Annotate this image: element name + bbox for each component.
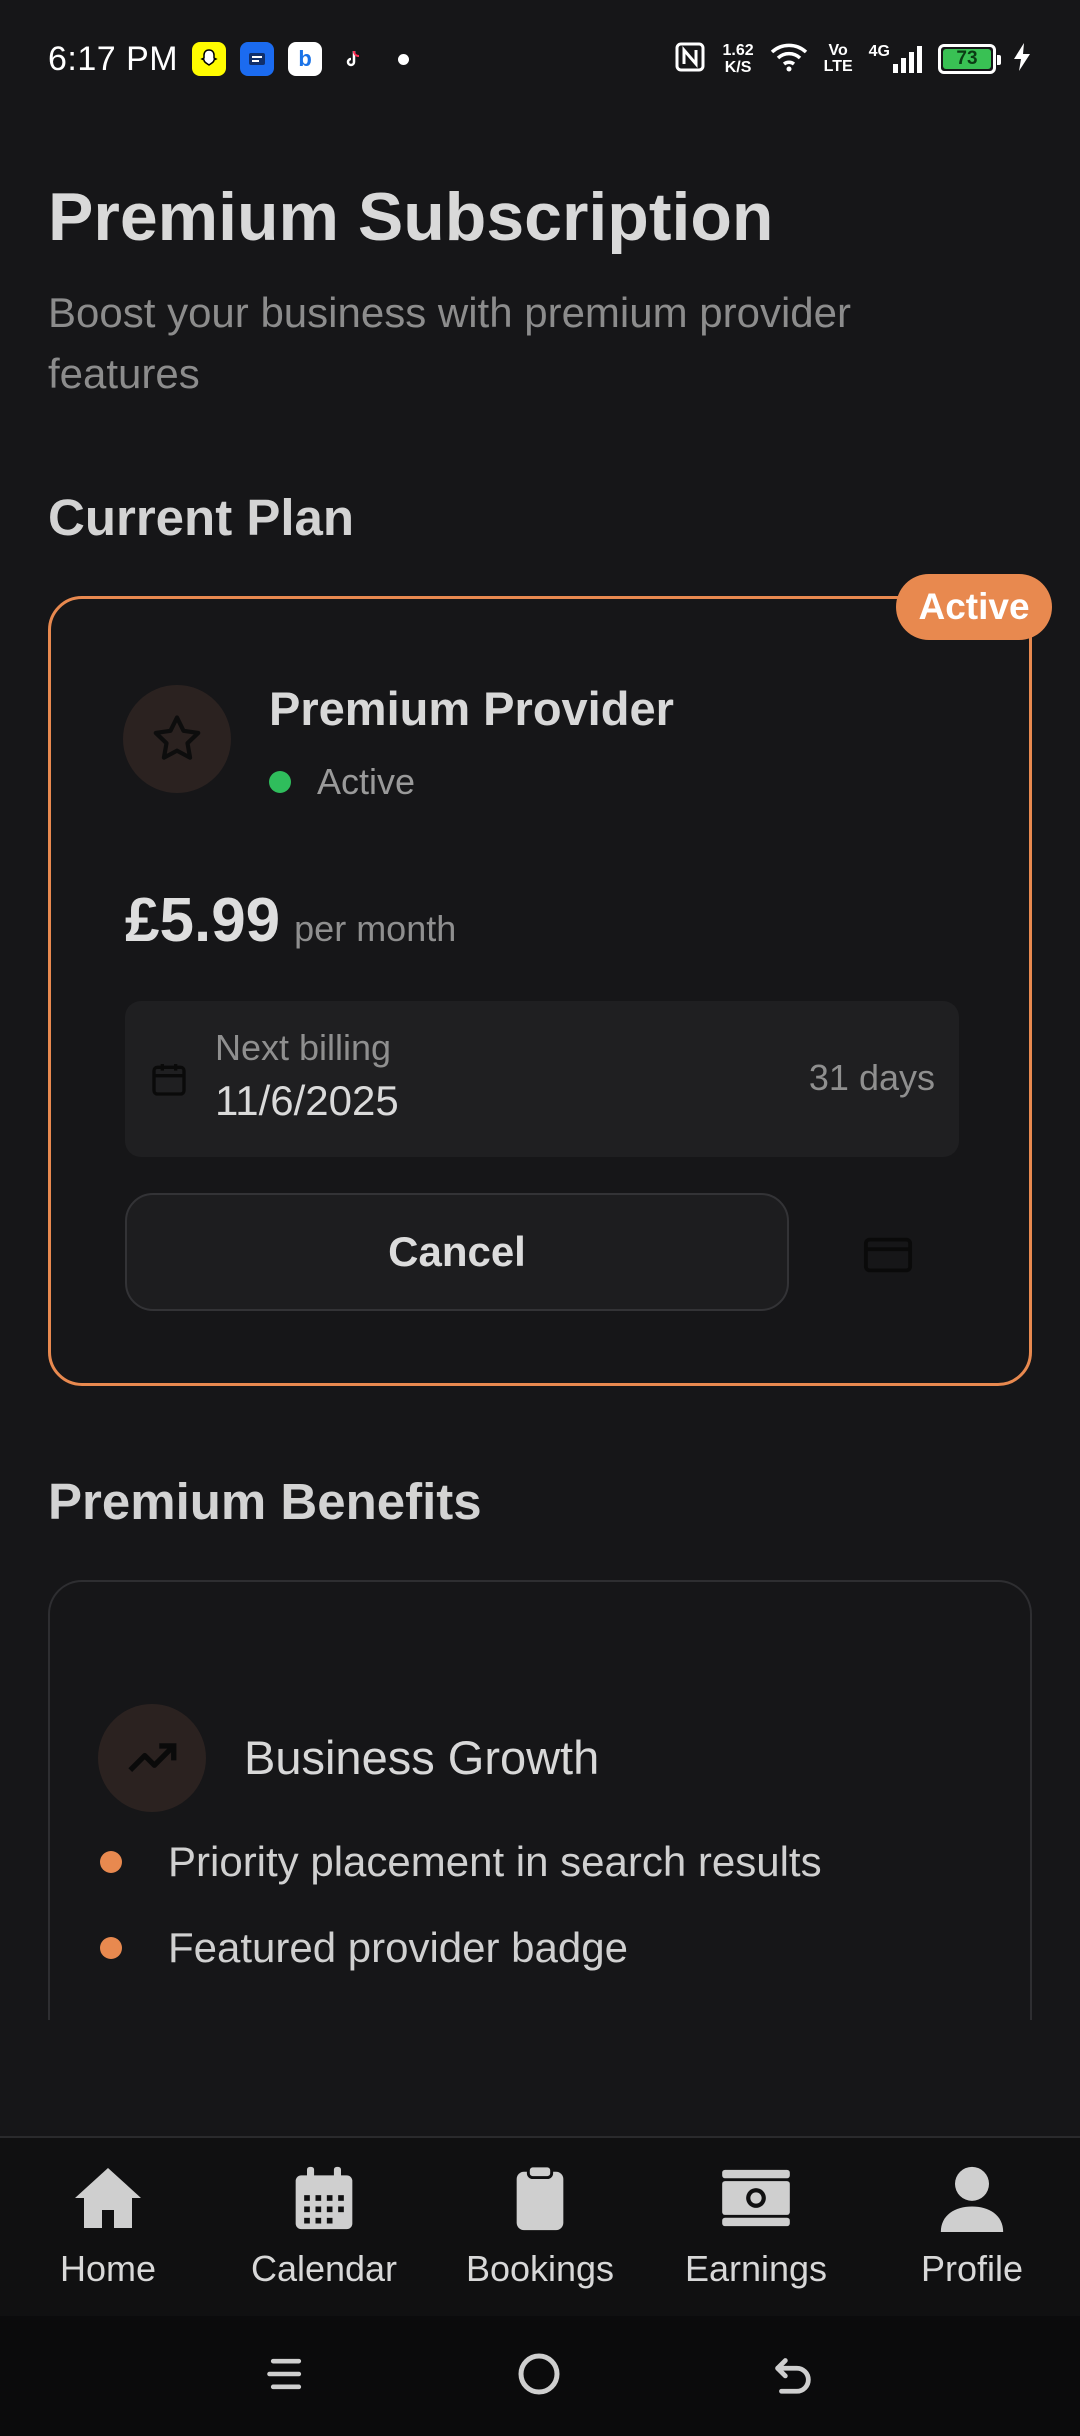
plan-name: Premium Provider	[269, 682, 674, 735]
billing-days-remaining: 31 days	[808, 1057, 935, 1098]
back-icon[interactable]	[770, 2351, 816, 2402]
bing-icon: b	[288, 42, 323, 76]
benefit-item: Featured provider badge	[100, 1924, 628, 1972]
signal-icon: 4G	[869, 44, 922, 74]
page-title: Premium Subscription	[48, 179, 774, 255]
person-icon	[939, 2162, 1005, 2234]
status-bar: 6:17 PM b 1.62 K/S Vo LTE 4G 73	[0, 0, 1080, 118]
nav-earnings[interactable]: Earnings	[648, 2138, 864, 2316]
nfc-icon	[674, 41, 706, 78]
battery-icon: 73	[938, 44, 1001, 74]
star-icon	[123, 685, 231, 793]
next-billing-box: Next billing 11/6/2025 31 days	[125, 1001, 959, 1157]
bullet-icon	[100, 1937, 122, 1959]
system-navigation	[0, 2316, 1080, 2436]
notification-dot	[398, 53, 410, 65]
nav-profile[interactable]: Profile	[864, 2138, 1080, 2316]
calendar-icon	[290, 2162, 358, 2234]
wifi-icon	[770, 42, 808, 77]
credit-card-icon[interactable]	[863, 1235, 913, 1280]
cancel-button[interactable]: Cancel	[125, 1193, 789, 1311]
bottom-navigation: Home Calendar Bookings Earnings Profile	[0, 2136, 1080, 2316]
nav-home-label: Home	[59, 2248, 157, 2289]
calendar-icon	[149, 1059, 189, 1104]
premium-benefits-heading: Premium Benefits	[48, 1473, 482, 1530]
home-circle-icon[interactable]	[515, 2350, 563, 2403]
plan-price: £5.99	[125, 886, 281, 955]
status-dot	[269, 771, 291, 793]
nav-bookings[interactable]: Bookings	[432, 2138, 648, 2316]
tiktok-icon	[336, 42, 371, 76]
active-badge: Active	[896, 574, 1052, 640]
next-billing-date: 11/6/2025	[215, 1077, 399, 1124]
benefit-item-text: Priority placement in search results	[168, 1838, 822, 1885]
current-plan-card: Premium Provider Active £5.99 per month …	[48, 596, 1032, 1386]
bullet-icon	[100, 1851, 122, 1873]
network-type: 4G	[868, 43, 890, 60]
volte-bottom: LTE	[823, 58, 853, 75]
menu-icon[interactable]	[264, 2352, 308, 2401]
home-icon	[72, 2162, 144, 2234]
page-subtitle: Boost your business with premium provide…	[48, 289, 852, 397]
network-speed: 1.62 K/S	[722, 42, 753, 76]
status-time: 6:17 PM	[48, 39, 179, 78]
price-period: per month	[294, 908, 457, 949]
benefit-item-text: Featured provider badge	[168, 1924, 628, 1971]
current-plan-heading: Current Plan	[48, 489, 355, 546]
clipboard-icon	[512, 2162, 568, 2234]
trending-up-icon	[98, 1704, 206, 1812]
nav-earnings-label: Earnings	[684, 2248, 828, 2289]
benefit-item: Priority placement in search results	[100, 1838, 822, 1886]
nav-bookings-label: Bookings	[465, 2248, 615, 2289]
nav-calendar-label: Calendar	[250, 2248, 398, 2289]
price-row: £5.99 per month	[125, 885, 456, 956]
volte-top: Vo	[828, 42, 848, 59]
messages-icon	[240, 42, 275, 76]
network-speed-value: 1.62	[722, 42, 754, 59]
battery-level: 73	[943, 49, 991, 69]
nav-calendar[interactable]: Calendar	[216, 2138, 432, 2316]
nav-profile-label: Profile	[920, 2248, 1024, 2289]
charging-icon	[1012, 42, 1032, 77]
next-billing-label: Next billing	[215, 1027, 392, 1068]
plan-status-text: Active	[317, 761, 416, 802]
plan-status: Active	[269, 761, 415, 803]
money-icon	[719, 2162, 793, 2234]
benefit-group-title: Business Growth	[244, 1731, 600, 1784]
network-speed-unit: K/S	[724, 59, 752, 76]
snapchat-icon	[192, 42, 227, 76]
benefits-card: Business Growth Priority placement in se…	[48, 1580, 1032, 2020]
nav-home[interactable]: Home	[0, 2138, 216, 2316]
volte-indicator: Vo LTE	[824, 43, 853, 75]
